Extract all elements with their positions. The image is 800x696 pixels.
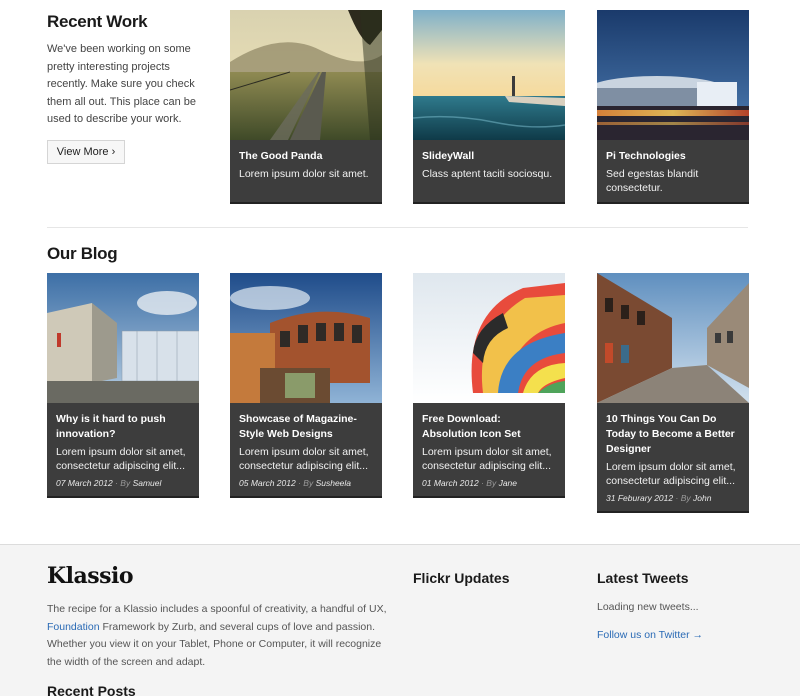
main-content: Recent Work We've been working on some p… — [0, 0, 800, 544]
blog-card[interactable]: Free Download: Absolution Icon Set Lorem… — [413, 273, 565, 498]
post-date: 31 Feburary 2012 — [606, 493, 674, 503]
post-author[interactable]: Jane — [499, 478, 517, 488]
post-date: 01 March 2012 — [422, 478, 479, 488]
blog-post-meta: 07 March 2012 · By Samuel — [56, 478, 162, 488]
post-author[interactable]: Samuel — [133, 478, 162, 488]
blog-card[interactable]: 10 Things You Can Do Today to Become a B… — [597, 273, 749, 513]
work-card-slideywall[interactable]: SlideyWall Class aptent taciti sociosqu. — [413, 10, 565, 204]
work-card-title[interactable]: SlideyWall — [422, 149, 556, 164]
blog-card[interactable]: Why is it hard to push innovation? Lorem… — [47, 273, 199, 498]
view-more-button[interactable]: View More › — [47, 140, 125, 164]
work-card-title[interactable]: The Good Panda — [239, 149, 373, 164]
blog-title: Our Blog — [47, 244, 118, 263]
recent-posts-title: Recent Posts — [47, 683, 136, 696]
footer-about-text: The recipe for a Klassio includes a spoo… — [47, 601, 387, 671]
follow-twitter-link[interactable]: Follow us on Twitter → — [597, 629, 703, 641]
work-card-desc: Sed egestas blandit consectetur. — [606, 168, 699, 194]
blog-post-meta: 31 Feburary 2012 · By John — [606, 493, 712, 503]
blog-post-excerpt: Lorem ipsum dolor sit amet, consectetur … — [239, 446, 369, 472]
recent-work-intro: We've been working on some pretty intere… — [47, 43, 196, 125]
blog-post-title[interactable]: Free Download: Absolution Icon Set — [422, 412, 556, 442]
work-card-title[interactable]: Pi Technologies — [606, 149, 740, 164]
work-card-desc: Lorem ipsum dolor sit amet. — [239, 168, 369, 180]
road-landscape-image[interactable] — [230, 10, 382, 140]
blog-post-title[interactable]: Showcase of Magazine-Style Web Designs — [239, 412, 373, 442]
blog-post-title[interactable]: Why is it hard to push innovation? — [56, 412, 190, 442]
post-author[interactable]: John — [693, 493, 711, 503]
post-date: 07 March 2012 — [56, 478, 113, 488]
foundation-link[interactable]: Foundation — [47, 621, 100, 633]
blog-post-title[interactable]: 10 Things You Can Do Today to Become a B… — [606, 412, 740, 457]
blog-post-excerpt: Lorem ipsum dolor sit amet, consectetur … — [422, 446, 552, 472]
blog-card[interactable]: Showcase of Magazine-Style Web Designs L… — [230, 273, 382, 498]
recent-work-title: Recent Work — [47, 12, 148, 31]
footer-logo[interactable]: Klassio — [47, 563, 134, 589]
old-street-image[interactable] — [597, 273, 749, 403]
by-label: By — [303, 478, 314, 488]
blog-post-meta: 05 March 2012 · By Susheela — [239, 478, 352, 488]
by-label: By — [120, 478, 131, 488]
parachute-image[interactable] — [413, 273, 565, 403]
latest-tweets-title: Latest Tweets — [597, 570, 689, 586]
post-date: 05 March 2012 — [239, 478, 296, 488]
lighthouse-sea-image[interactable] — [413, 10, 565, 140]
flickr-updates-title: Flickr Updates — [413, 570, 510, 586]
blog-post-excerpt: Lorem ipsum dolor sit amet, consectetur … — [56, 446, 186, 472]
blog-post-excerpt: Lorem ipsum dolor sit amet, consectetur … — [606, 461, 736, 487]
section-divider — [47, 227, 748, 228]
work-card-desc: Class aptent taciti sociosqu. — [422, 168, 553, 180]
blog-post-meta: 01 March 2012 · By Jane — [422, 478, 518, 488]
brick-building-image[interactable] — [230, 273, 382, 403]
by-label: By — [680, 493, 691, 503]
work-card-the-good-panda[interactable]: The Good Panda Lorem ipsum dolor sit ame… — [230, 10, 382, 204]
work-card-pi-technologies[interactable]: Pi Technologies Sed egestas blandit cons… — [597, 10, 749, 204]
about-text-part: The recipe for a Klassio includes a spoo… — [47, 603, 387, 615]
by-label: By — [486, 478, 497, 488]
post-author[interactable]: Susheela — [316, 478, 351, 488]
stadium-night-image[interactable] — [597, 10, 749, 140]
tweets-loading-text: Loading new tweets... — [597, 601, 699, 613]
site-footer: Klassio The recipe for a Klassio include… — [0, 544, 800, 696]
modern-building-image[interactable] — [47, 273, 199, 403]
